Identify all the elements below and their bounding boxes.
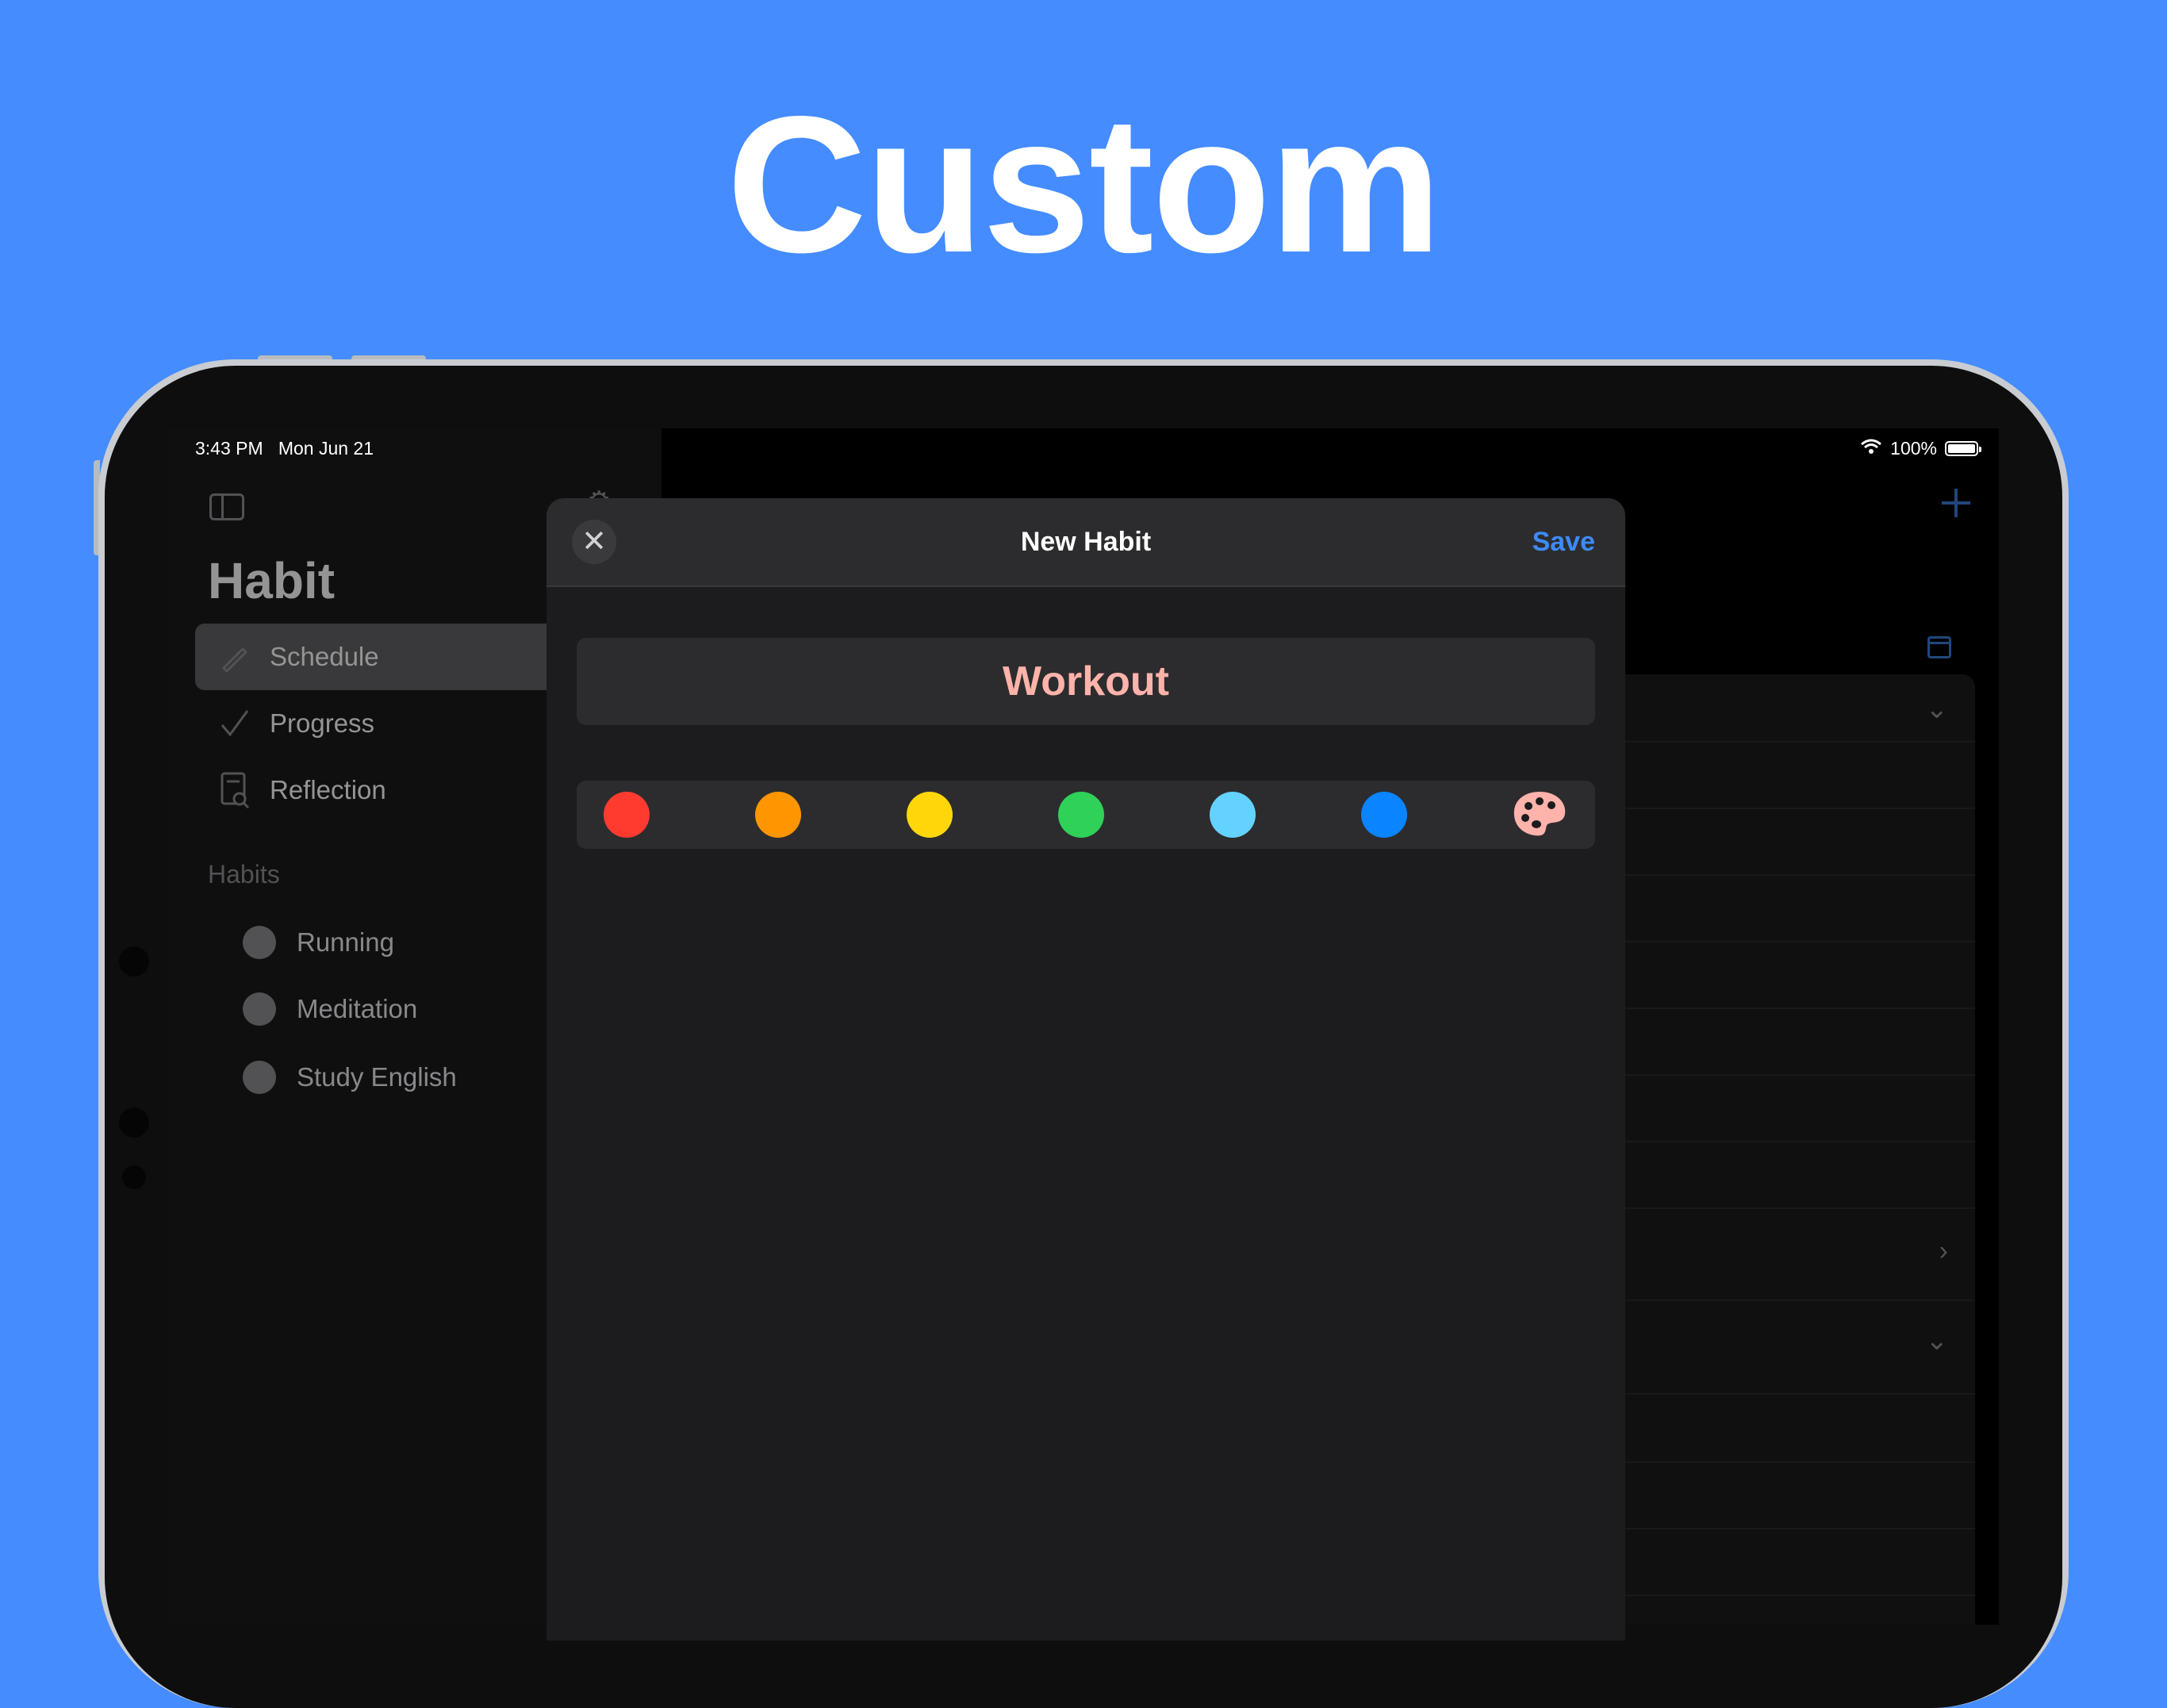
sheet-header: New Habit ✕ Save [547, 498, 1625, 587]
palette-icon[interactable] [1511, 789, 1568, 839]
color-swatch-blue[interactable] [1361, 792, 1407, 838]
color-swatch-green[interactable] [1058, 792, 1104, 838]
color-swatch-cyan[interactable] [1210, 792, 1256, 838]
battery-icon [1945, 441, 1981, 456]
headline: Custom [727, 75, 1442, 293]
color-swatch-orange[interactable] [755, 792, 801, 838]
new-habit-sheet: New Habit ✕ Save [547, 498, 1625, 1641]
close-button[interactable]: ✕ [572, 520, 616, 564]
xmark-icon: ✕ [581, 525, 607, 558]
color-swatch-yellow[interactable] [907, 792, 953, 838]
save-button[interactable]: Save [1532, 498, 1595, 585]
device-sensor [119, 946, 149, 977]
color-picker [577, 781, 1595, 849]
device-sensor [122, 1165, 146, 1189]
habit-name-field[interactable] [577, 638, 1595, 725]
color-swatch-red[interactable] [604, 792, 650, 838]
battery-percent: 100% [1890, 438, 1937, 459]
device-sensor [119, 1107, 149, 1138]
status-bar-right: 100% [1860, 438, 1981, 459]
sheet-title: New Habit [1020, 527, 1152, 557]
status-date: Mon Jun 21 [278, 438, 374, 459]
wifi-icon [1860, 438, 1882, 459]
status-time: 3:43 PM [195, 438, 263, 459]
status-bar-time: 3:43 PM Mon Jun 21 [195, 438, 374, 459]
